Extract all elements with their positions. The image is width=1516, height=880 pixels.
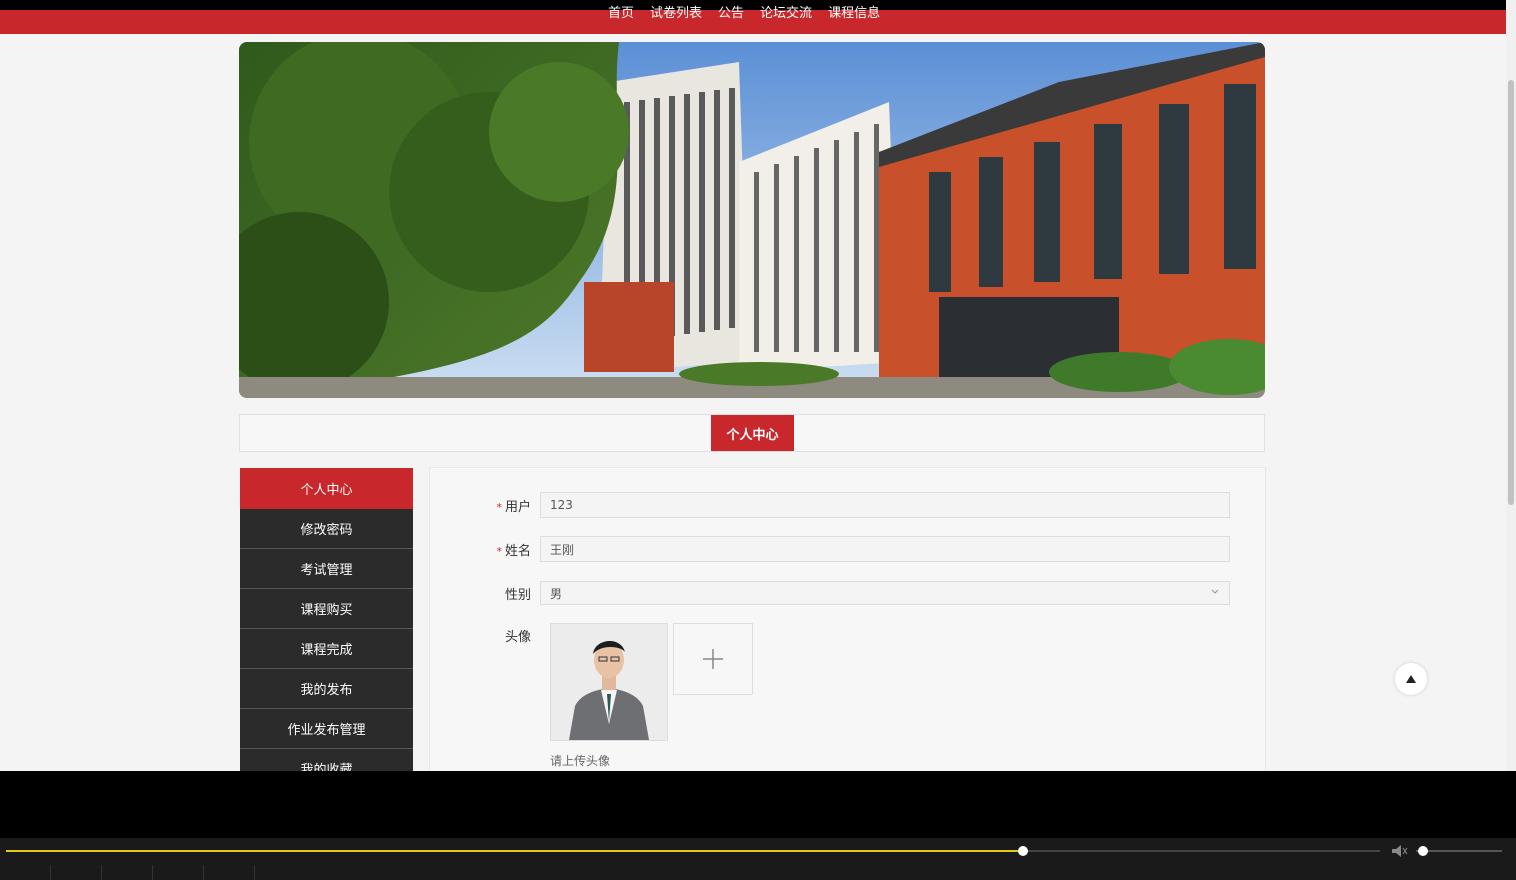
sidebar-item-personal-center[interactable]: 个人中心 xyxy=(240,468,413,509)
avatar-hint: 请上传头像 xyxy=(550,754,611,768)
upload-avatar-button[interactable] xyxy=(673,623,753,695)
tab-personal-center[interactable]: 个人中心 xyxy=(711,415,794,451)
scrollbar-thumb[interactable] xyxy=(1508,80,1514,505)
campus-image xyxy=(239,42,1265,398)
gender-value: 男 xyxy=(550,586,563,601)
gender-select[interactable]: 男 xyxy=(540,581,1230,605)
name-label: * 姓名 xyxy=(496,543,531,559)
name-row: * 姓名 王刚 xyxy=(430,536,1230,562)
sidebar-item-change-password[interactable]: 修改密码 xyxy=(240,509,413,549)
name-field[interactable]: 王刚 xyxy=(540,536,1230,562)
avatar-image xyxy=(551,624,667,740)
plus-icon xyxy=(703,649,723,669)
avatar[interactable] xyxy=(550,623,668,741)
vertical-scrollbar[interactable] xyxy=(1506,0,1516,771)
chevron-down-icon xyxy=(1211,589,1219,594)
sidebar-item-course-completion[interactable]: 课程完成 xyxy=(240,629,413,669)
progress-knob[interactable] xyxy=(1017,846,1028,856)
volume-knob[interactable] xyxy=(1418,846,1428,856)
avatar-label: 头像 xyxy=(504,630,531,645)
username-row: * 用户 123 xyxy=(430,492,1230,518)
sidebar-item-my-favorites[interactable]: 我的收藏 xyxy=(240,749,413,771)
avatar-row: 头像 xyxy=(430,626,540,645)
sidebar: 个人中心 修改密码 考试管理 课程购买 课程完成 我的发布 作业发布管理 我的收… xyxy=(240,468,413,771)
banner-carousel[interactable] xyxy=(239,42,1265,398)
nav-exam-list[interactable]: 试卷列表 xyxy=(642,4,710,24)
control-cell[interactable] xyxy=(51,865,102,880)
nav-home[interactable]: 首页 xyxy=(600,4,642,24)
scroll-to-top-button[interactable] xyxy=(1395,663,1427,695)
volume-slider[interactable] xyxy=(1416,850,1502,852)
control-row xyxy=(0,865,1516,880)
volume-icon[interactable] xyxy=(1392,845,1408,857)
control-cell[interactable] xyxy=(153,865,204,880)
nav-forum[interactable]: 论坛交流 xyxy=(752,4,820,24)
progress-bar[interactable] xyxy=(6,846,1380,856)
gender-row: 性别 男 xyxy=(430,581,1230,605)
sidebar-item-course-purchase[interactable]: 课程购买 xyxy=(240,589,413,629)
profile-form: * 用户 123 * 姓名 王刚 性别 男 头像 请上传头像 xyxy=(429,467,1266,771)
nav-announcement[interactable]: 公告 xyxy=(710,4,752,24)
sidebar-item-exam-management[interactable]: 考试管理 xyxy=(240,549,413,589)
nav-course-info[interactable]: 课程信息 xyxy=(820,4,888,24)
progress-fill xyxy=(6,850,1023,852)
browser-page: 首页 试卷列表 公告 论坛交流 课程信息 个人中心 个人中心 修改密码 考试管理… xyxy=(0,0,1506,771)
username-field[interactable]: 123 xyxy=(540,492,1230,518)
video-player-controls xyxy=(0,838,1516,880)
gender-label: 性别 xyxy=(504,587,531,603)
control-cell[interactable] xyxy=(0,865,51,880)
nav-items: 首页 试卷列表 公告 论坛交流 课程信息 xyxy=(600,4,888,24)
sidebar-item-homework-management[interactable]: 作业发布管理 xyxy=(240,709,413,749)
control-cell[interactable] xyxy=(102,865,153,880)
caret-up-icon xyxy=(1406,675,1416,683)
nav-bar: 首页 试卷列表 公告 论坛交流 课程信息 xyxy=(0,6,1506,34)
sidebar-item-my-posts[interactable]: 我的发布 xyxy=(240,669,413,709)
username-label: * 用户 xyxy=(496,499,531,515)
control-cell[interactable] xyxy=(204,865,255,880)
